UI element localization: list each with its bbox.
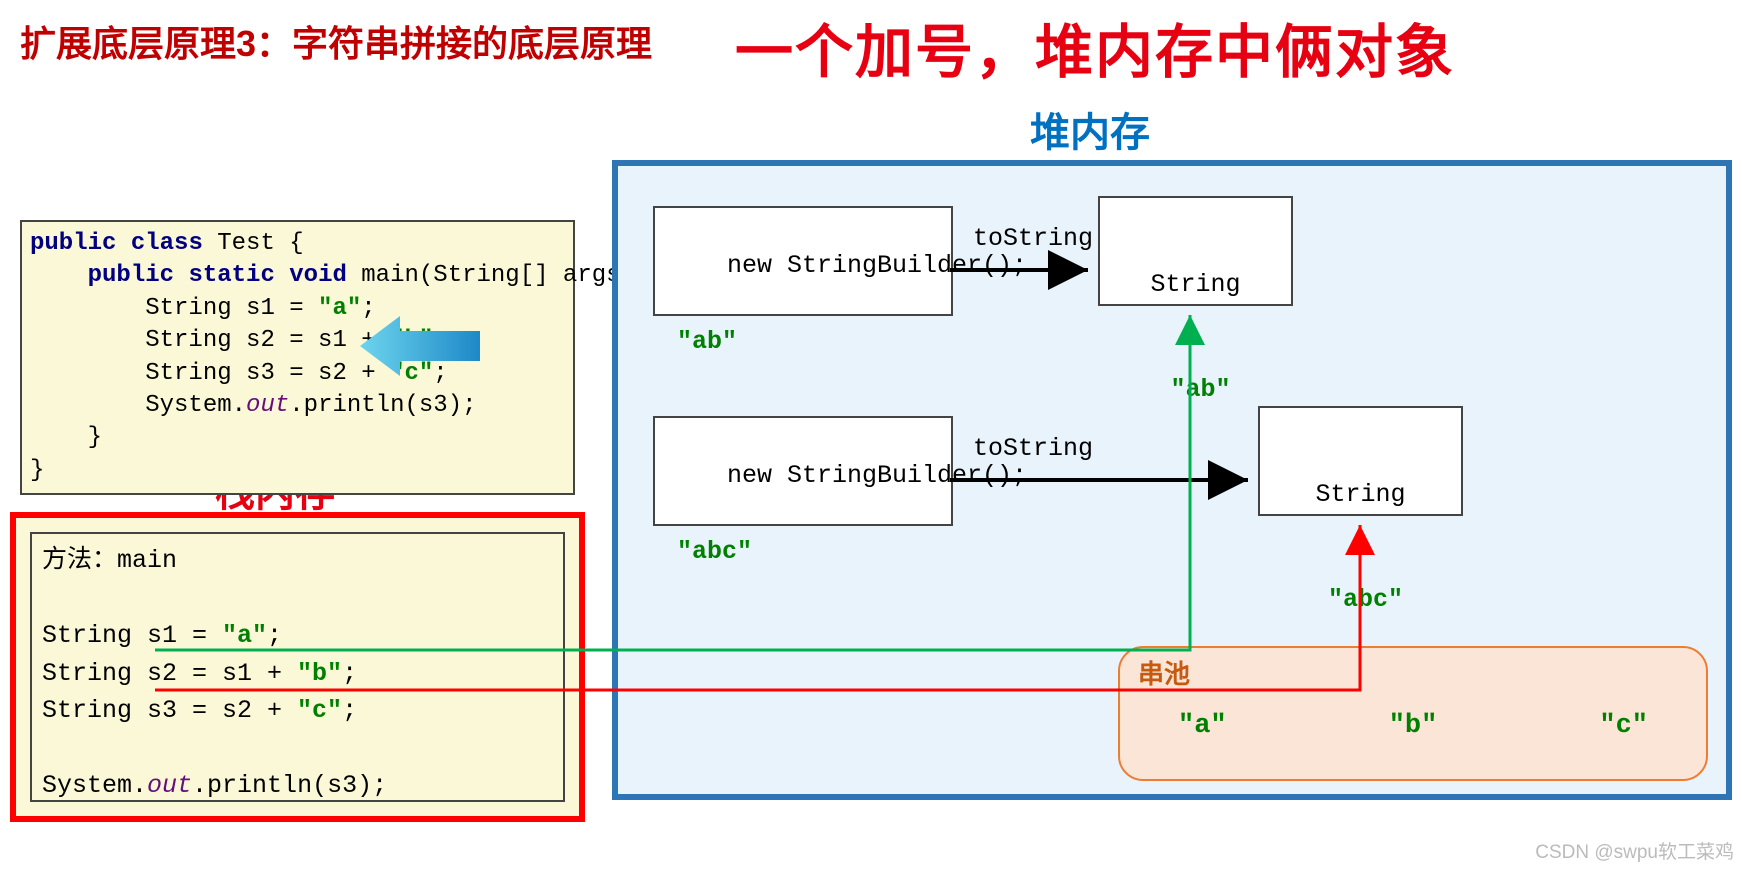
pool-label: 串池 <box>1138 654 1688 691</box>
pool-item-a: "a" <box>1178 711 1227 741</box>
string-literal: "b" <box>297 659 342 688</box>
kw-static: static <box>188 262 274 289</box>
string-value: "abc" <box>1272 585 1449 614</box>
string-title: String <box>1112 270 1279 299</box>
code-text: } <box>30 424 102 451</box>
stack-line: .println(s3); <box>192 771 387 800</box>
kw-public: public <box>30 230 116 257</box>
stack-line: System. <box>42 771 147 800</box>
string-pool-box: 串池 "a" "b" "c" <box>1118 646 1708 781</box>
code-text: .println(s3); <box>289 392 476 419</box>
code-text: } <box>30 457 44 484</box>
stack-line: ; <box>267 621 282 650</box>
stack-line: String s3 = s2 + <box>42 696 297 725</box>
string-literal: "c" <box>297 696 342 725</box>
code-text: String s1 = <box>30 295 318 322</box>
out-field: out <box>246 392 289 419</box>
kw-void: void <box>289 262 347 289</box>
pool-item-b: "b" <box>1389 711 1438 741</box>
pointer-arrow-icon <box>360 316 480 376</box>
string-title: String <box>1272 480 1449 509</box>
string-literal: "a" <box>318 295 361 322</box>
out-field: out <box>147 771 192 800</box>
stack-line: String s1 = <box>42 621 222 650</box>
watermark: CSDN @swpu软工菜鸡 <box>1535 837 1734 864</box>
code-box: public class Test { public static void m… <box>20 220 575 495</box>
heap-box: new StringBuilder(); "ab" toString Strin… <box>612 160 1732 800</box>
stack-line: 方法：main <box>42 546 177 575</box>
string-literal: "a" <box>222 621 267 650</box>
heap-label: 堆内存 <box>1030 100 1150 158</box>
kw-public2: public <box>30 262 174 289</box>
stringbuilder-box-1: new StringBuilder(); "ab" <box>653 206 953 316</box>
subtitle: 扩展底层原理3：字符串拼接的底层原理 <box>20 15 652 67</box>
stack-box: 方法：main String s1 = "a"; String s2 = s1 … <box>10 512 585 822</box>
sb-value: "abc" <box>667 537 939 566</box>
code-text: System. <box>30 392 246 419</box>
headline: 一个加号，堆内存中俩对象 <box>735 5 1455 89</box>
string-value: "ab" <box>1112 375 1279 404</box>
kw-class: class <box>131 230 203 257</box>
code-text: String s3 = s2 + <box>30 360 390 387</box>
sb-text: new StringBuilder(); <box>727 251 1027 280</box>
stringbuilder-box-2: new StringBuilder(); "abc" <box>653 416 953 526</box>
sb-text: new StringBuilder(); <box>727 461 1027 490</box>
string-box-1: String "ab" <box>1098 196 1293 306</box>
stack-line: String s2 = s1 + <box>42 659 297 688</box>
string-box-2: String "abc" <box>1258 406 1463 516</box>
code-text: String s2 = s1 + <box>30 327 390 354</box>
pool-item-c: "c" <box>1599 711 1648 741</box>
code-text: Test { <box>203 230 304 257</box>
tostring-label-1: toString <box>973 224 1093 253</box>
sb-value: "ab" <box>667 327 939 356</box>
stack-inner: 方法：main String s1 = "a"; String s2 = s1 … <box>30 532 565 802</box>
stack-line: ; <box>342 696 357 725</box>
tostring-label-2: toString <box>973 434 1093 463</box>
stack-line: ; <box>342 659 357 688</box>
